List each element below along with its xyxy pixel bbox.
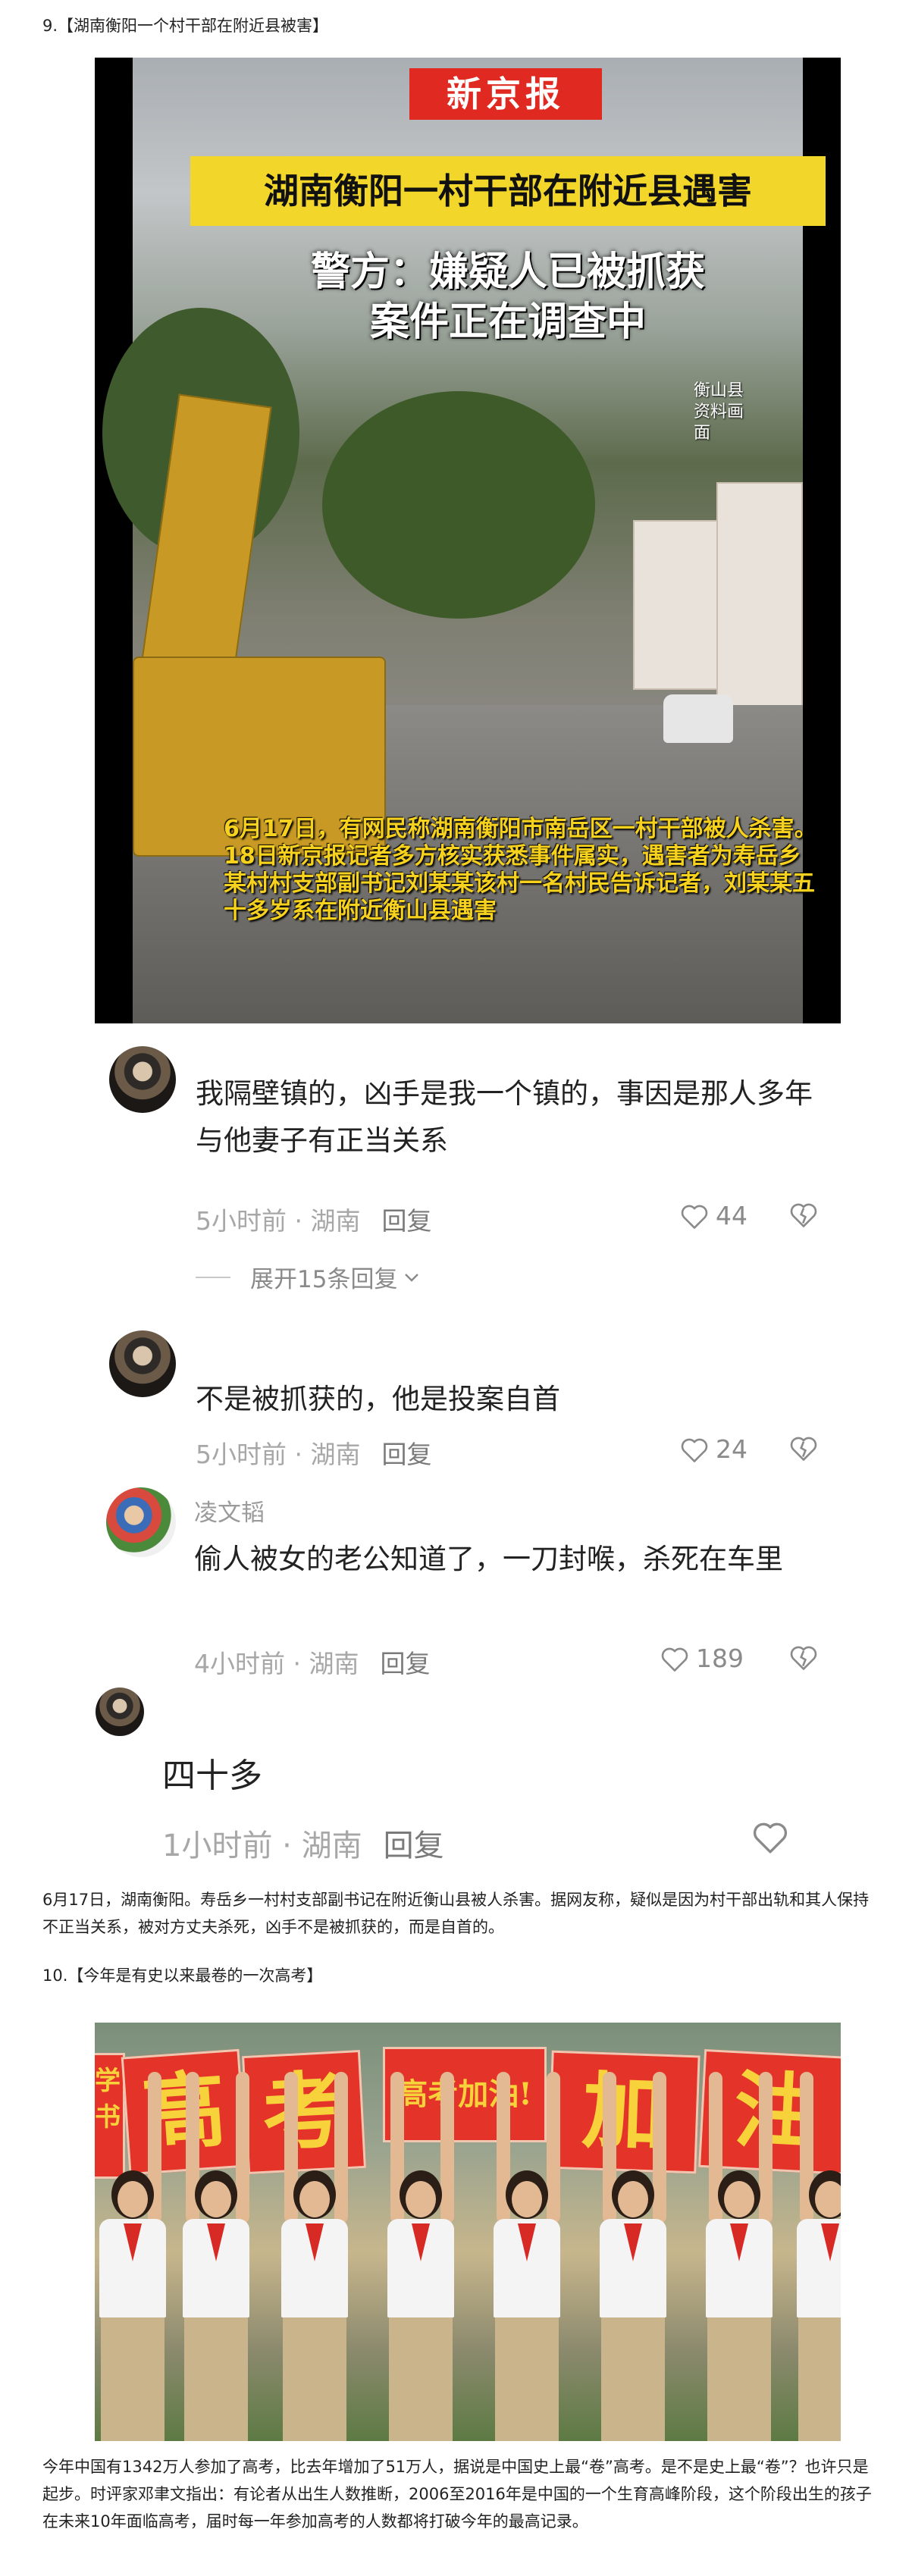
comment-time-location: 1小时前 · 湖南 [162,1829,362,1863]
like-count: 44 [716,1201,747,1230]
student [277,2072,353,2441]
sign-jia: 加 [547,2050,700,2174]
student [701,2072,777,2441]
tree-center [322,391,595,619]
expand-replies-label: 展开15条回复 [250,1266,398,1293]
parked-car [663,694,733,743]
dislike-button[interactable] [788,1434,819,1465]
like-button[interactable]: 44 [679,1201,747,1230]
like-count: 24 [716,1434,747,1464]
student [595,2072,671,2441]
comment-text: 偷人被女的老公知道了，一刀封喉，杀死在车里 [194,1543,783,1575]
like-button[interactable]: 189 [660,1644,744,1673]
comment-time-location: 5小时前 · 湖南 [196,1440,361,1469]
building-tall [716,482,803,713]
sign-gao: 高 [121,2048,248,2176]
broken-heart-icon [790,1437,817,1461]
comment-time-location: 5小时前 · 湖南 [196,1206,361,1236]
comment-text: 四十多 [162,1757,262,1795]
section-heading-9: 9.【湖南衡阳一个村干部在附近县被害】 [42,17,329,35]
exam-photo: 学书 高 考 高考加油! 加 油 [95,2023,841,2441]
video-watermark: 衡山县 资料画面 [694,381,754,444]
heart-outline-icon [661,1647,688,1672]
comment-text: 我隔壁镇的，凶手是我一个镇的，事因是那人多年与他妻子有正当关系 [196,1077,813,1157]
dislike-button[interactable] [788,1201,819,1231]
watermark-line1: 衡山县 [694,381,744,400]
building-small [633,520,719,690]
dislike-button[interactable] [788,1644,819,1674]
comment-meta: 5小时前 · 湖南 回复 [196,1201,431,1237]
video-headline: 湖南衡阳一村干部在附近县遇害 [190,156,826,226]
student [489,2072,565,2441]
sign-edge: 学书 [95,2053,125,2179]
video-subtitle-line2: 案件正在调查中 [369,299,646,345]
reply-button[interactable]: 回复 [381,1440,431,1469]
section-paragraph-9: 6月17日，湖南衡阳。寿岳乡一村村支部副书记在附近衡山县被人杀害。据网友称，疑似… [42,1891,870,1936]
chevron-down-icon [405,1273,419,1282]
reply-button[interactable]: 回复 [384,1829,444,1863]
like-button[interactable]: 24 [679,1434,747,1464]
sign-cheer: 高考加油! [383,2047,547,2142]
like-button[interactable] [751,1819,796,1854]
video-scene: 新京报 湖南衡阳一村干部在附近县遇害 警方：嫌疑人已被抓获 案件正在调查中 衡山… [102,58,826,1023]
reply-button[interactable]: 回复 [381,1206,431,1236]
comment-meta: 5小时前 · 湖南 回复 [196,1434,431,1471]
comment-text: 不是被抓获的，他是投案自首 [196,1383,560,1415]
avatar[interactable] [109,1330,176,1397]
student [383,2072,459,2441]
student [178,2072,254,2441]
username[interactable]: 凌文韬 [194,1493,265,1528]
comment-meta: 1小时前 · 湖南 回复 [162,1821,444,1865]
news-logo: 新京报 [409,68,602,120]
avatar[interactable] [106,1487,176,1557]
student [792,2072,841,2441]
reply-button[interactable]: 回复 [380,1649,430,1678]
section-paragraph-10: 今年中国有1342万人参加了高考，比去年增加了51万人，据说是中国史上最“卷”高… [42,2458,872,2531]
broken-heart-icon [790,1203,817,1227]
heart-outline-icon [753,1822,788,1854]
section-heading-10: 10.【今年是有史以来最卷的一次高考】 [42,1966,323,1985]
like-count: 189 [696,1644,744,1673]
student [95,2072,171,2441]
comment-meta: 4小时前 · 湖南 回复 [194,1644,430,1680]
watermark-line2: 资料画面 [694,403,744,443]
video-caption: 6月17日，有网民称湖南衡阳市南岳区一村干部被人杀害。18日新京报记者多方核实获… [224,816,817,924]
heart-outline-icon [681,1205,708,1229]
heart-outline-icon [681,1438,708,1462]
avatar[interactable] [96,1688,144,1736]
expand-replies-button[interactable]: 展开15条回复 [196,1260,422,1294]
avatar[interactable] [109,1046,176,1113]
divider-dash [196,1276,230,1278]
comment-time-location: 4小时前 · 湖南 [194,1649,359,1678]
broken-heart-icon [790,1646,817,1670]
video-subtitle-line1: 警方：嫌疑人已被抓获 [310,249,705,295]
news-video-frame[interactable]: 新京报 湖南衡阳一村干部在附近县遇害 警方：嫌疑人已被抓获 案件正在调查中 衡山… [95,58,841,1023]
